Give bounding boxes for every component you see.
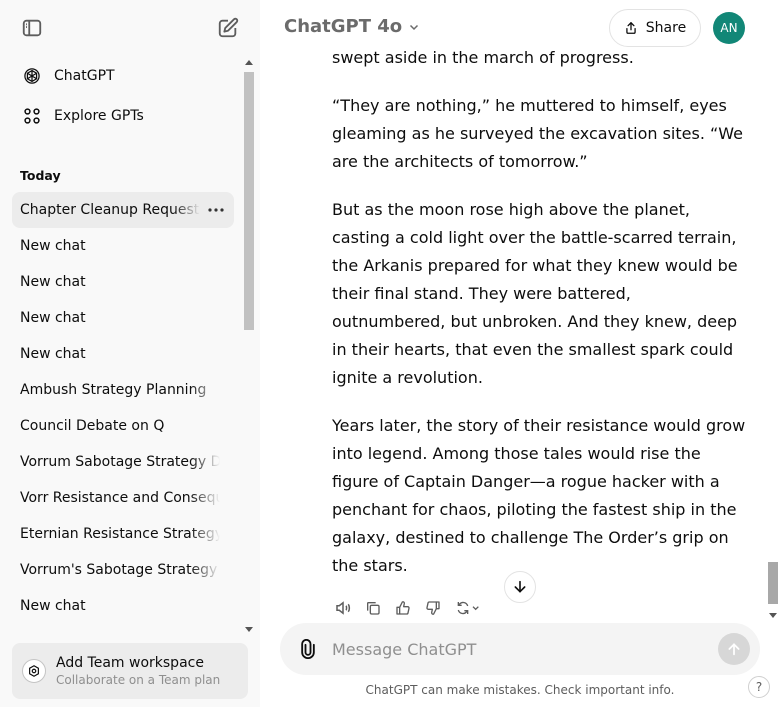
sidebar-toggle-icon[interactable] — [14, 10, 50, 46]
arrow-down-icon — [514, 580, 526, 593]
more-options-icon[interactable] — [206, 200, 226, 220]
share-button[interactable]: Share — [609, 9, 701, 47]
sidebar-item-chatgpt[interactable]: ChatGPT — [12, 58, 234, 94]
chat-item-label: Eternian Resistance Strategy — [20, 526, 220, 542]
new-chat-icon[interactable] — [210, 10, 246, 46]
chat-item[interactable]: New chat — [12, 336, 234, 372]
copy-icon[interactable] — [362, 596, 384, 620]
chat-item-label: Chapter Cleanup Request — [20, 202, 200, 218]
scrollbar-thumb[interactable] — [768, 562, 778, 604]
read-aloud-icon[interactable] — [332, 596, 354, 620]
sidebar: ChatGPT Explore GPTs Today Chapter Clean… — [0, 0, 260, 707]
share-label: Share — [645, 20, 687, 36]
message-paragraph: Years later, the story of their resistan… — [332, 416, 746, 575]
scrollbar-thumb[interactable] — [244, 72, 254, 330]
add-team-workspace-button[interactable]: Add Team workspace Collaborate on a Team… — [12, 643, 248, 699]
model-selector[interactable]: ChatGPT 4o — [284, 16, 420, 37]
team-workspace-subtitle: Collaborate on a Team plan — [56, 673, 221, 687]
chat-item-active[interactable]: Chapter Cleanup Request — [12, 192, 234, 228]
chatgpt-logo-icon — [20, 64, 44, 88]
thumbs-up-icon[interactable] — [392, 596, 414, 620]
chat-item[interactable]: Council Debate on Q — [12, 408, 234, 444]
chat-item[interactable]: Eternian Resistance Strategy — [12, 516, 234, 552]
team-workspace-icon — [22, 659, 46, 683]
chat-item-label: Vorr Resistance and Consequ — [20, 490, 220, 506]
scroll-to-bottom-button[interactable] — [504, 571, 536, 603]
regenerate-icon[interactable] — [452, 596, 486, 620]
chat-item-label: New chat — [20, 310, 86, 326]
thumbs-down-icon[interactable] — [422, 596, 444, 620]
share-icon — [626, 22, 636, 34]
chat-item-label: New chat — [20, 274, 86, 290]
main-scrollbar[interactable] — [766, 0, 780, 622]
chat-item[interactable]: Vorr Resistance and Consequ — [12, 480, 234, 516]
message-paragraph: “They are nothing,” he muttered to himse… — [332, 96, 744, 171]
chat-item-label: Council Debate on Q — [20, 418, 165, 434]
chat-item[interactable]: Ambush Strategy Planning — [12, 372, 234, 408]
avatar[interactable]: AN — [713, 12, 745, 44]
main-panel: swept aside in the march of progress. “T… — [260, 0, 780, 707]
chat-item-label: Vorrum Sabotage Strategy D — [20, 454, 220, 470]
chat-item[interactable]: Vorrum Sabotage Strategy D — [12, 444, 234, 480]
sidebar-item-label: Explore GPTs — [54, 108, 144, 124]
chat-item[interactable]: New chat — [12, 300, 234, 336]
chat-item-label: Vorrum's Sabotage Strategy — [20, 562, 218, 578]
grid-icon — [20, 104, 44, 128]
sidebar-item-label: ChatGPT — [54, 68, 115, 84]
scroll-down-arrow-icon[interactable] — [769, 613, 777, 618]
chat-item[interactable]: New chat — [12, 264, 234, 300]
sidebar-item-explore-gpts[interactable]: Explore GPTs — [12, 98, 234, 134]
section-label-today: Today — [20, 168, 61, 183]
team-workspace-title: Add Team workspace — [56, 655, 204, 671]
scroll-up-arrow-icon[interactable] — [245, 60, 253, 65]
send-button[interactable] — [718, 633, 750, 665]
help-button[interactable]: ? — [748, 676, 770, 698]
chat-item-label: New chat — [20, 346, 86, 362]
chevron-down-icon — [410, 24, 419, 30]
message-paragraph: swept aside in the march of progress. — [332, 48, 634, 67]
paperclip-icon[interactable] — [296, 637, 320, 661]
message-input[interactable] — [332, 636, 702, 662]
disclaimer-text: ChatGPT can make mistakes. Check importa… — [365, 683, 675, 697]
chat-item[interactable]: New chat — [12, 588, 234, 624]
scroll-down-arrow-icon[interactable] — [245, 627, 253, 632]
chat-item[interactable]: New chat — [12, 228, 234, 264]
arrow-up-icon — [728, 643, 740, 656]
sidebar-scroll-area: ChatGPT Explore GPTs Today Chapter Clean… — [0, 56, 260, 634]
chat-item[interactable]: Vorrum's Sabotage Strategy — [12, 552, 234, 588]
sidebar-scrollbar[interactable] — [242, 58, 256, 634]
model-name: ChatGPT 4o — [284, 16, 403, 37]
sidebar-header — [0, 0, 260, 56]
chat-item-label: New chat — [20, 598, 86, 614]
message-paragraph: But as the moon rose high above the plan… — [332, 200, 738, 387]
chat-item-label: Ambush Strategy Planning — [20, 382, 207, 398]
message-actions — [332, 596, 486, 620]
chat-item-label: New chat — [20, 238, 86, 254]
message-composer — [280, 623, 760, 675]
